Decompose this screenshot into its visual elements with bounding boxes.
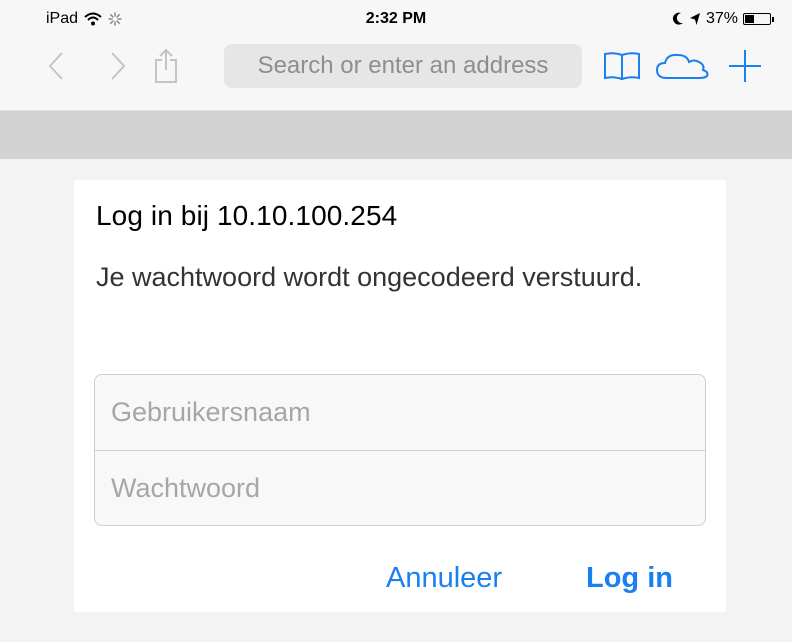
dialog-title: Log in bij 10.10.100.254 bbox=[96, 200, 398, 231]
location-arrow-icon bbox=[689, 13, 700, 25]
forward-icon bbox=[111, 52, 126, 80]
battery-percent: 37% bbox=[705, 10, 738, 27]
new-tab-icon bbox=[729, 50, 761, 82]
share-icon bbox=[155, 48, 177, 83]
login-button[interactable]: Log in bbox=[586, 562, 673, 595]
bookmarks-button[interactable] bbox=[600, 40, 644, 92]
status-bar: iPad 2:32 PM 37% bbox=[0, 0, 792, 32]
battery-icon bbox=[743, 13, 771, 25]
icloud-tabs-button[interactable] bbox=[652, 40, 712, 92]
forward-button[interactable] bbox=[100, 40, 136, 92]
moon-icon bbox=[672, 12, 683, 25]
icloud-tabs-icon bbox=[655, 53, 709, 79]
bookmarks-icon bbox=[604, 52, 640, 81]
page-loading-band bbox=[0, 111, 792, 159]
cancel-button[interactable]: Annuleer bbox=[386, 562, 502, 595]
new-tab-button[interactable] bbox=[722, 40, 768, 92]
browser-top-bar: iPad 2:32 PM 37% Search or enter an addr… bbox=[0, 0, 792, 111]
back-icon bbox=[48, 52, 63, 80]
status-right: 37% bbox=[672, 10, 774, 28]
battery-level-fill bbox=[745, 15, 754, 23]
address-bar-input[interactable] bbox=[224, 44, 582, 88]
dialog-message: Je wachtwoord wordt ongecodeerd verstuur… bbox=[96, 262, 643, 292]
password-field[interactable] bbox=[95, 451, 705, 525]
browser-toolbar bbox=[0, 40, 792, 92]
login-dialog: Log in bij 10.10.100.254 Je wachtwoord w… bbox=[74, 180, 726, 612]
battery-tip bbox=[772, 16, 774, 22]
username-field[interactable] bbox=[95, 375, 705, 450]
share-button[interactable] bbox=[146, 40, 186, 92]
credentials-field-group bbox=[94, 374, 706, 526]
back-button[interactable] bbox=[38, 40, 74, 92]
